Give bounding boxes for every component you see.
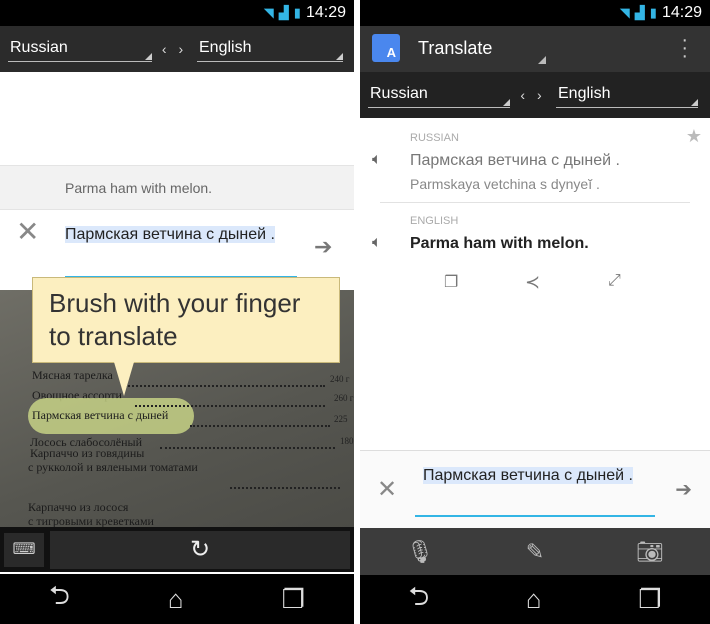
recents-icon[interactable]: ❐ <box>638 584 661 615</box>
handwriting-pen-icon[interactable]: ✎ <box>526 539 544 565</box>
overflow-menu-icon[interactable]: · · · <box>681 30 688 66</box>
source-language-label: Russian <box>10 39 68 56</box>
back-icon[interactable]: ⮌ <box>408 578 429 622</box>
source-input[interactable]: Пармская ветчина с дыней . <box>415 463 655 517</box>
menu-price: 260 г <box>334 393 354 403</box>
copy-icon[interactable]: ❐ <box>444 272 458 292</box>
swap-languages-button[interactable]: ‹ › <box>510 87 556 103</box>
home-icon[interactable]: ⌂ <box>526 584 542 615</box>
camera-icon[interactable]: 📷︎ <box>636 539 664 565</box>
transliteration: Parmskaya vetchina s dynyeĭ . <box>410 176 600 192</box>
star-icon[interactable]: ★ <box>686 126 702 147</box>
source-language-heading: RUSSIAN <box>410 132 459 144</box>
nav-bar: ⮌ ⌂ ❐ <box>360 575 710 624</box>
translate-logo-icon: A <box>372 34 400 62</box>
menu-price: 225 <box>334 414 348 424</box>
menu-line: Мясная тарелка <box>32 368 113 382</box>
home-icon[interactable]: ⌂ <box>168 584 184 615</box>
translate-arrow-icon[interactable]: ➔ <box>675 477 692 502</box>
status-bar: ◥ ▟ ▮ 14:29 <box>360 0 710 26</box>
tooltip-pointer <box>114 362 134 396</box>
nav-bar: ⮌ ⌂ ❐ <box>0 574 354 624</box>
signal-icon: ▟ <box>278 5 289 20</box>
target-language-label: English <box>199 39 252 56</box>
speaker-icon[interactable]: 🔈︎ <box>372 234 382 252</box>
source-language-spinner[interactable]: Russian <box>368 82 510 108</box>
target-language-spinner[interactable]: English <box>197 36 343 62</box>
language-bar: Russian ‹ › English <box>360 72 710 118</box>
share-icon[interactable]: ≺ <box>525 272 540 293</box>
clear-icon[interactable]: ✕ <box>16 215 39 248</box>
translate-arrow-icon[interactable]: ➔ <box>314 234 332 260</box>
menu-line: Пармская ветчина с дыней <box>32 408 169 422</box>
swap-languages-button[interactable]: ‹ › <box>152 41 197 57</box>
target-language-spinner[interactable]: English <box>556 82 698 108</box>
refresh-button[interactable]: ↻ <box>50 531 350 569</box>
menu-line: с рукколой и вялеными томатами <box>28 460 198 474</box>
clock: 14:29 <box>661 4 702 21</box>
status-bar: ◥ ▟ ▮ 14:29 <box>0 0 354 26</box>
battery-icon: ▮ <box>649 5 657 20</box>
clear-icon[interactable]: ✕ <box>377 475 397 504</box>
source-language-spinner[interactable]: Russian <box>8 36 152 62</box>
wifi-icon: ◥ <box>619 5 630 20</box>
menu-price: 240 г <box>330 374 350 384</box>
fullscreen-icon[interactable]: ⤢ <box>608 272 621 290</box>
target-language-heading: ENGLISH <box>410 215 459 227</box>
target-language-label: English <box>558 85 611 102</box>
source-text: Пармская ветчина с дыней . <box>410 152 620 169</box>
wifi-icon: ◥ <box>263 5 274 20</box>
back-icon[interactable]: ⮌ <box>49 577 70 621</box>
instruction-tooltip: Brush with your finger to translate <box>32 277 340 363</box>
keyboard-button[interactable]: ⌨ <box>4 533 44 567</box>
source-language-label: Russian <box>370 85 428 102</box>
speaker-icon[interactable]: 🔈︎ <box>372 151 382 169</box>
refresh-icon: ↻ <box>189 536 211 563</box>
translate-result-screen: ◥ ▟ ▮ 14:29 A Translate · · · Russian ‹ › … <box>360 0 710 624</box>
menu-line: Карпаччо из говядины <box>30 446 145 460</box>
app-title[interactable]: Translate <box>418 38 492 59</box>
divider <box>380 202 690 203</box>
signal-icon: ▟ <box>634 5 645 20</box>
input-area: ✕ Пармская ветчина с дыней . ➔ <box>360 450 710 528</box>
action-bar: A Translate · · · <box>360 26 710 72</box>
battery-icon: ▮ <box>293 5 301 20</box>
recents-icon[interactable]: ❐ <box>282 584 305 615</box>
camera-toolbar: ⌨ ↻ <box>0 527 354 572</box>
input-text: Пармская ветчина с дыней . <box>65 226 275 243</box>
microphone-icon[interactable]: 🎙︎ <box>406 539 434 565</box>
input-method-toolbar: 🎙︎ ✎ 📷︎ <box>360 528 710 575</box>
menu-line: Карпаччо из лосося <box>28 500 129 514</box>
input-text: Пармская ветчина с дыней . <box>423 467 633 484</box>
clock: 14:29 <box>305 4 346 21</box>
camera-translate-screen: ◥ ▟ ▮ 14:29 Russian ‹ › English Parma ha… <box>0 0 354 624</box>
translated-text: Parma ham with melon. <box>410 235 589 252</box>
title-dropdown-indicator <box>538 56 546 64</box>
menu-price: 180 <box>340 436 354 446</box>
language-bar: Russian ‹ › English <box>0 26 354 72</box>
translation-preview[interactable]: Parma ham with melon. <box>0 165 354 210</box>
source-input[interactable]: Пармская ветчина с дыней . <box>65 222 297 277</box>
